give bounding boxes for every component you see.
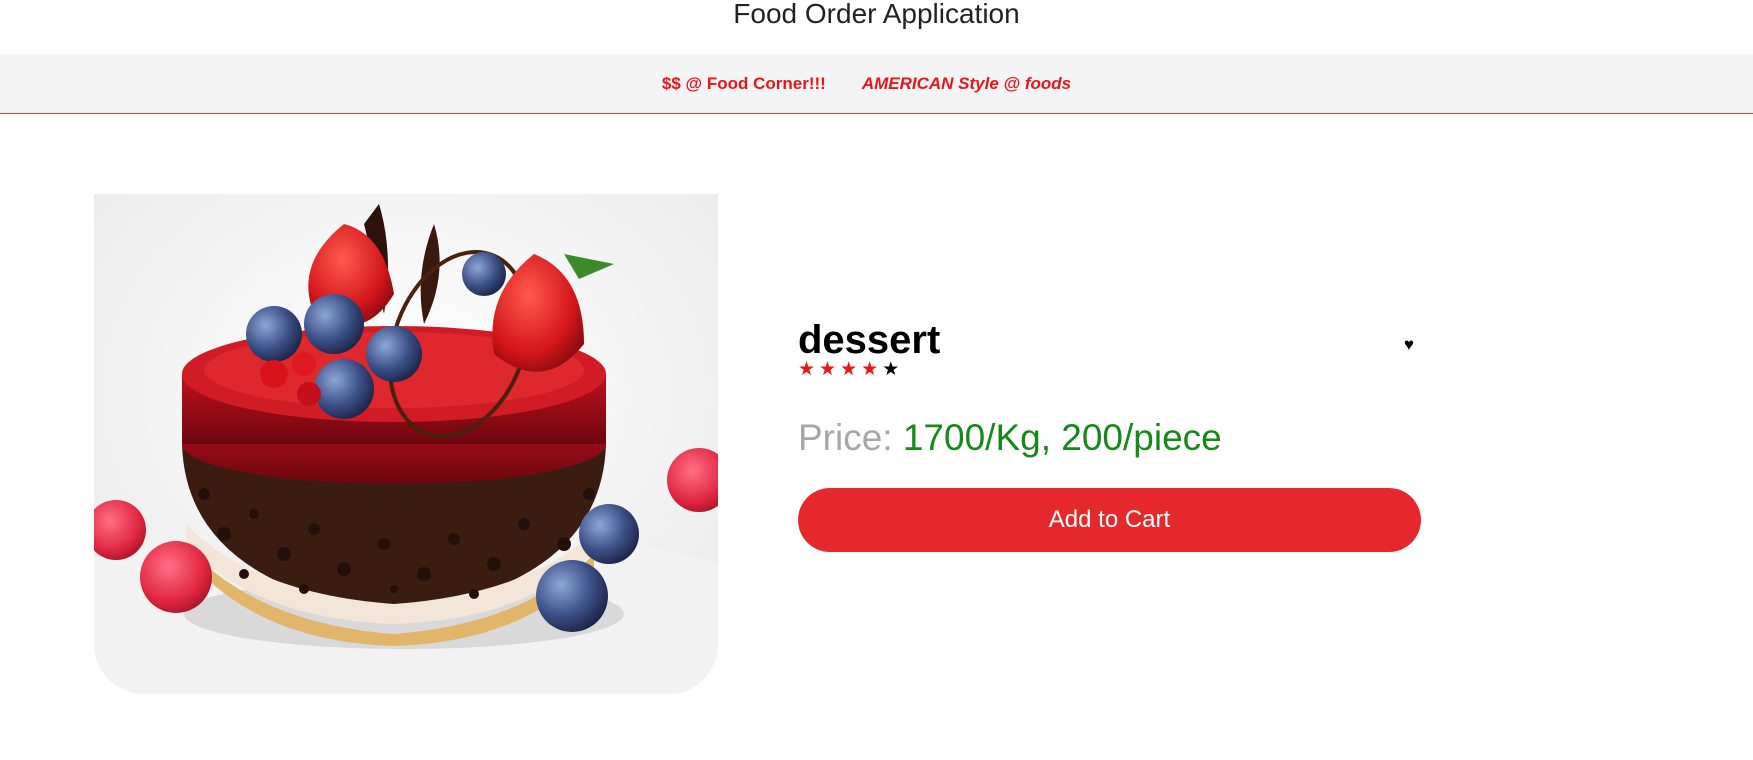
star-icon: ★	[819, 359, 837, 380]
price-value: 1700/Kg, 200/piece	[902, 417, 1222, 458]
star-icon: ★	[798, 359, 816, 380]
dessert-illustration	[94, 194, 718, 694]
star-rating: ★ ★ ★ ★ ★	[798, 360, 1421, 380]
product-title-row: dessert ♥	[798, 320, 1421, 360]
star-icon: ★	[882, 359, 900, 380]
app-title: Food Order Application	[733, 0, 1020, 29]
nav-link-american-style[interactable]: AMERICAN Style @ foods	[862, 74, 1071, 94]
star-icon: ★	[861, 359, 879, 380]
price-row: Price: 1700/Kg, 200/piece	[798, 418, 1421, 458]
price-label: Price:	[798, 417, 893, 458]
nav-bar: $$ @ Food Corner!!! AMERICAN Style @ foo…	[0, 54, 1753, 114]
product-image	[94, 194, 718, 694]
heart-icon[interactable]: ♥	[1404, 336, 1414, 353]
product-name: dessert	[798, 318, 941, 362]
product-details: dessert ♥ ★ ★ ★ ★ ★ Price: 1700/Kg, 200/…	[798, 320, 1421, 552]
nav-link-food-corner[interactable]: $$ @ Food Corner!!!	[662, 74, 826, 94]
star-icon: ★	[840, 359, 858, 380]
add-to-cart-button[interactable]: Add to Cart	[798, 488, 1421, 552]
